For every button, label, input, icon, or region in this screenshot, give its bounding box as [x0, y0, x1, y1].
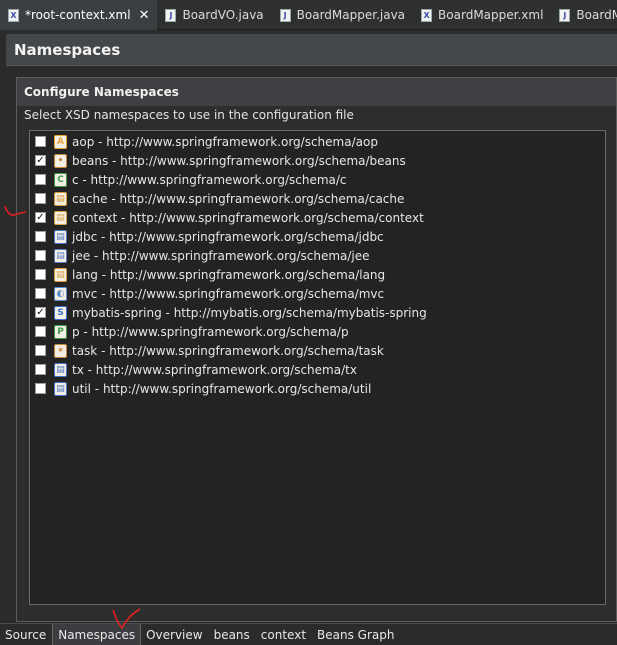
namespace-label: c - http://www.springframework.org/schem… [72, 172, 347, 187]
checkbox[interactable] [35, 345, 46, 356]
page-tab-overview[interactable]: Overview [141, 624, 209, 645]
checkbox[interactable] [35, 288, 46, 299]
namespace-label: mvc - http://www.springframework.org/sch… [72, 286, 385, 301]
context-icon: ▤ [54, 210, 67, 225]
java-file-icon: J [559, 8, 571, 22]
tab-label: BoardMapper.java [296, 8, 406, 22]
c-icon: C [54, 172, 67, 187]
namespace-label: jee - http://www.springframework.org/sch… [72, 248, 370, 263]
namespace-row[interactable]: ✶ task - http://www.springframework.org/s… [30, 341, 605, 360]
tab-boardmapper-java[interactable]: J BoardMapper.java [272, 0, 413, 30]
namespace-row[interactable]: ▤ jdbc - http://www.springframework.org/s… [30, 227, 605, 246]
checkbox[interactable] [35, 364, 46, 375]
namespace-label: beans - http://www.springframework.org/s… [72, 153, 406, 168]
util-icon: ▤ [54, 381, 67, 396]
mvc-icon: ◐ [54, 286, 67, 301]
namespace-row[interactable]: ▤ lang - http://www.springframework.org/s… [30, 265, 605, 284]
namespace-label: lang - http://www.springframework.org/sc… [72, 267, 386, 282]
namespace-row[interactable]: ✓ • beans - http://www.springframework.org… [30, 151, 605, 170]
checkbox[interactable] [35, 326, 46, 337]
checkbox[interactable] [35, 231, 46, 242]
section-title[interactable]: Configure Namespaces [17, 78, 616, 106]
namespace-label: context - http://www.springframework.org… [72, 210, 424, 225]
checkbox[interactable] [35, 250, 46, 261]
form-header: Namespaces [6, 34, 617, 66]
namespace-label: util - http://www.springframework.org/sc… [72, 381, 372, 396]
jee-icon: ▤ [54, 248, 67, 263]
xml-file-icon: X [421, 8, 433, 22]
tab-boardmapper-xml[interactable]: X BoardMapper.xml [413, 0, 551, 30]
beans-icon: • [54, 153, 67, 168]
p-icon: P [54, 324, 67, 339]
editor-page-tabs: Source Namespaces Overview beans context Bean… [0, 623, 617, 645]
namespace-label: tx - http://www.springframework.org/sche… [72, 362, 357, 377]
checkbox[interactable] [35, 136, 46, 147]
namespace-row[interactable]: ✓ Smybatis-spring - http://mybatis.org/sc… [30, 303, 605, 322]
cache-icon: ▤ [54, 191, 67, 206]
section-description: Select XSD namespaces to use in the conf… [24, 108, 354, 122]
checked-checkbox[interactable]: ✓ [35, 212, 46, 223]
tx-icon: ▤ [54, 362, 67, 377]
namespace-label: aop - http://www.springframework.org/sch… [72, 134, 378, 149]
close-icon[interactable]: ✕ [139, 8, 150, 23]
java-file-icon: J [165, 8, 177, 22]
namespace-label: task - http://www.springframework.org/sc… [72, 343, 384, 358]
aop-icon: A [54, 134, 67, 149]
editor-tab-bar: X *root-context.xml ✕ J BoardVO.java J B… [0, 0, 617, 30]
namespace-label: p - http://www.springframework.org/schem… [72, 324, 349, 339]
page-tab-source[interactable]: Source [0, 624, 52, 645]
namespace-row[interactable]: Aaop - http://www.springframework.org/sc… [30, 132, 605, 151]
lang-icon: ▤ [54, 267, 67, 282]
checkbox[interactable] [35, 383, 46, 394]
page-tab-namespaces[interactable]: Namespaces [52, 624, 142, 645]
jdbc-icon: ▤ [54, 229, 67, 244]
java-file-icon: J [279, 8, 291, 22]
page-title: Namespaces [14, 40, 121, 59]
namespace-label: cache - http://www.springframework.org/s… [72, 191, 405, 206]
namespace-row[interactable]: ▤ jee - http://www.springframework.org/sc… [30, 246, 605, 265]
page-tab-beans[interactable]: beans [209, 624, 256, 645]
mybatis-icon: S [54, 305, 67, 320]
tab-label: *root-context.xml [25, 8, 131, 22]
page-tab-beans-graph[interactable]: Beans Graph [312, 624, 400, 645]
checkbox[interactable] [35, 193, 46, 204]
namespace-row[interactable]: ▤ util - http://www.springframework.org/s… [30, 379, 605, 398]
configure-namespaces-section: Configure Namespaces Select XSD namespac… [16, 77, 617, 622]
task-icon: ✶ [54, 343, 67, 358]
namespace-row[interactable]: ◐ mvc - http://www.springframework.org/sc… [30, 284, 605, 303]
namespace-row[interactable]: ✓ ▤ context - http://www.springframework.o… [30, 208, 605, 227]
namespace-row[interactable]: ▤ tx - http://www.springframework.org/sch… [30, 360, 605, 379]
checked-checkbox[interactable]: ✓ [35, 307, 46, 318]
checkbox[interactable] [35, 174, 46, 185]
page-tab-context[interactable]: context [256, 624, 312, 645]
tab-boardm[interactable]: J BoardM [551, 0, 617, 30]
namespace-label: mybatis-spring - http://mybatis.org/sche… [72, 305, 427, 320]
namespace-row[interactable]: ▤ cache - http://www.springframework.org/… [30, 189, 605, 208]
namespace-label: jdbc - http://www.springframework.org/sc… [72, 229, 384, 244]
namespace-row[interactable]: Pp - http://www.springframework.org/sche… [30, 322, 605, 341]
xml-file-icon: X [8, 8, 19, 22]
tab-boardvo[interactable]: J BoardVO.java [157, 0, 271, 30]
checkbox[interactable] [35, 269, 46, 280]
tab-label: BoardM [576, 8, 617, 22]
tab-label: BoardMapper.xml [438, 8, 544, 22]
tab-root-context[interactable]: X *root-context.xml ✕ [0, 0, 158, 30]
checked-checkbox[interactable]: ✓ [35, 155, 46, 166]
namespace-row[interactable]: Cc - http://www.springframework.org/sche… [30, 170, 605, 189]
tab-label: BoardVO.java [182, 8, 264, 22]
namespace-list[interactable]: Aaop - http://www.springframework.org/sc… [29, 130, 606, 605]
